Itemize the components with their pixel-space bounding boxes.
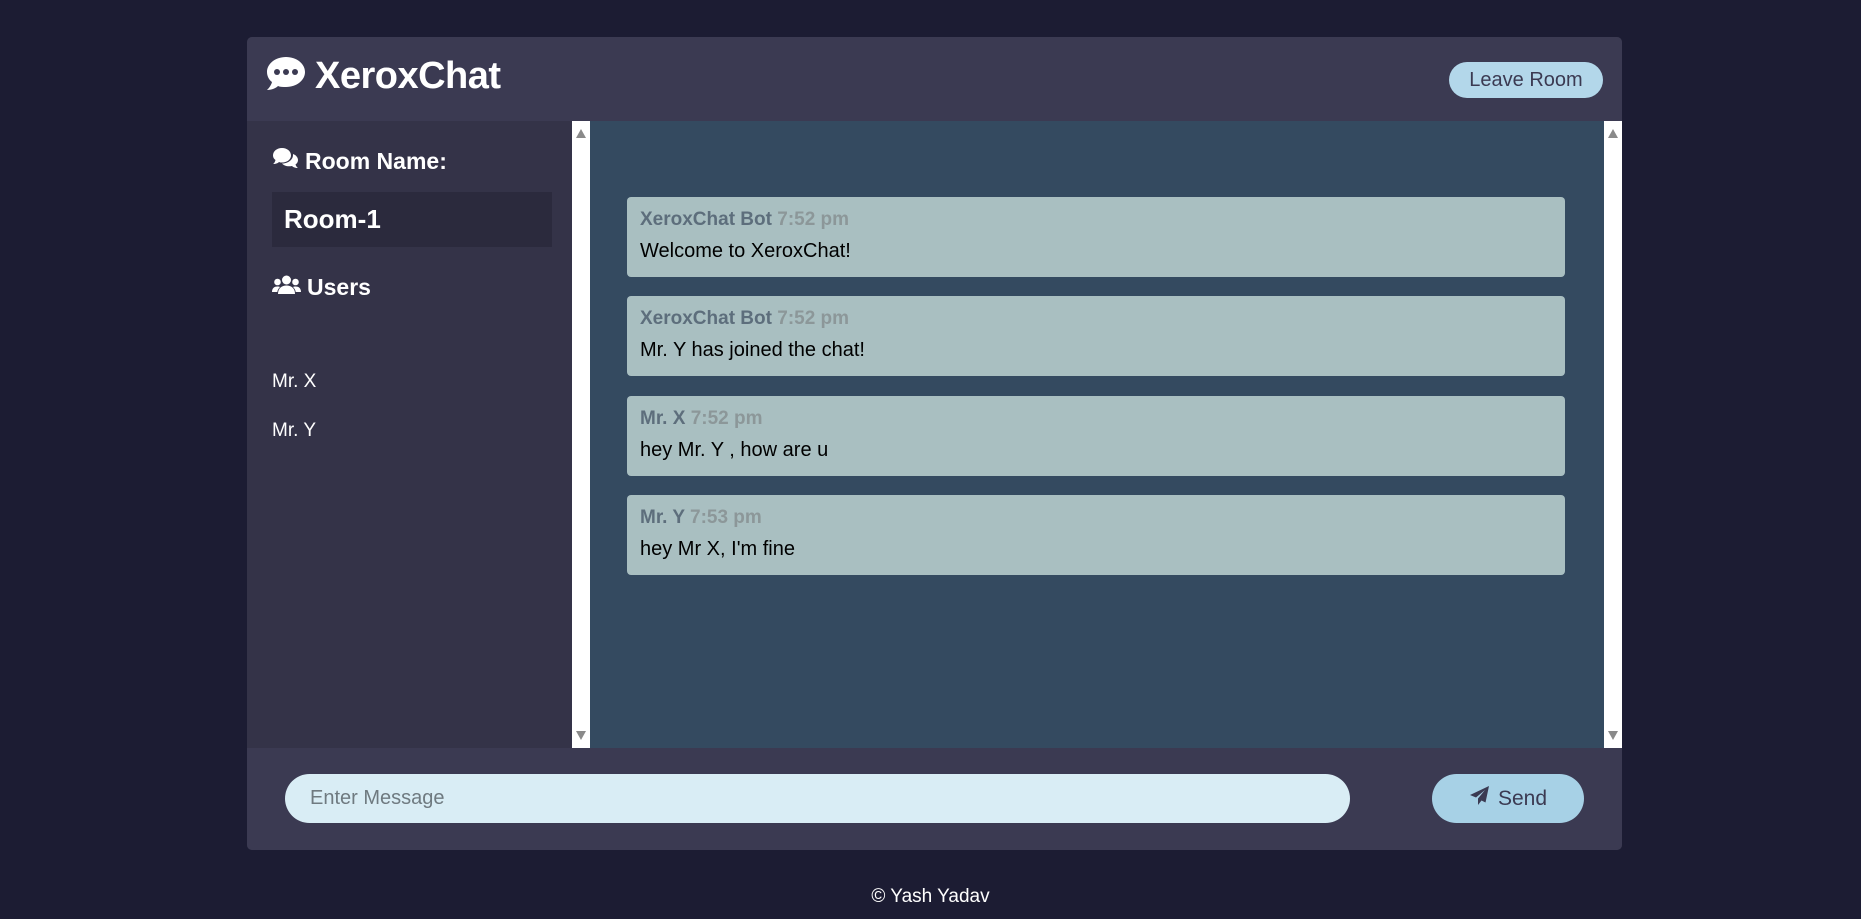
user-item: Mr. X xyxy=(272,371,317,392)
message-author: XeroxChat Bot xyxy=(640,209,772,230)
users-label: Users xyxy=(307,274,371,300)
room-name-label: Room Name: xyxy=(305,147,447,174)
message: XeroxChat Bot 7:52 pm Welcome to XeroxCh… xyxy=(627,197,1565,277)
message-meta: Mr. Y 7:53 pm xyxy=(640,507,1552,529)
sidebar: Room Name: Room-1 Users Mr. X Mr. Y xyxy=(247,121,572,748)
header: XeroxChat Leave Room xyxy=(247,37,1622,121)
message-composer: Send xyxy=(247,748,1622,850)
message-meta: XeroxChat Bot 7:52 pm xyxy=(640,209,1552,231)
chat-app: XeroxChat Leave Room Room Name: Room-1 U… xyxy=(247,37,1622,850)
message: Mr. Y 7:53 pm hey Mr X, I'm fine xyxy=(627,495,1565,575)
user-item: Mr. Y xyxy=(272,420,316,441)
message-text: Mr. Y has joined the chat! xyxy=(640,339,865,361)
users-heading: Users xyxy=(272,274,371,301)
message-meta: XeroxChat Bot 7:52 pm xyxy=(640,308,1552,330)
scroll-up-arrow-icon[interactable] xyxy=(576,129,586,138)
comments-icon xyxy=(272,147,299,175)
message-text: hey Mr. Y , how are u xyxy=(640,439,829,461)
message-meta: Mr. X 7:52 pm xyxy=(640,408,1552,430)
logo: XeroxChat xyxy=(265,55,501,98)
chat-messages: XeroxChat Bot 7:52 pm Welcome to XeroxCh… xyxy=(590,121,1604,748)
message-time: 7:52 pm xyxy=(777,308,850,329)
message-text: hey Mr X, I'm fine xyxy=(640,538,795,560)
scroll-down-arrow-icon[interactable] xyxy=(576,731,586,740)
scroll-up-arrow-icon[interactable] xyxy=(1608,129,1618,138)
message: Mr. X 7:52 pm hey Mr. Y , how are u xyxy=(627,396,1565,476)
app-title: XeroxChat xyxy=(315,55,501,97)
room-name-heading: Room Name: xyxy=(272,147,447,175)
message-input[interactable] xyxy=(285,774,1350,823)
room-name-value: Room-1 xyxy=(272,192,552,247)
users-icon xyxy=(272,274,301,301)
copyright: © Yash Yadav xyxy=(871,886,990,907)
scroll-down-arrow-icon[interactable] xyxy=(1608,731,1618,740)
send-label: Send xyxy=(1497,786,1548,810)
comment-dots-icon xyxy=(265,55,307,98)
message: XeroxChat Bot 7:52 pm Mr. Y has joined t… xyxy=(627,296,1565,376)
message-author: XeroxChat Bot xyxy=(640,308,772,329)
message-time: 7:52 pm xyxy=(777,209,850,230)
message-time: 7:53 pm xyxy=(690,507,762,528)
message-text: Welcome to XeroxChat! xyxy=(640,240,851,262)
chat-scrollbar[interactable] xyxy=(1604,121,1622,748)
message-author: Mr. Y xyxy=(640,507,685,528)
message-author: Mr. X xyxy=(640,408,686,429)
sidebar-scrollbar[interactable] xyxy=(572,121,590,748)
send-button[interactable]: Send xyxy=(1432,774,1584,823)
paper-plane-icon xyxy=(1469,785,1490,812)
message-time: 7:52 pm xyxy=(690,408,763,429)
leave-room-button[interactable]: Leave Room xyxy=(1449,62,1603,98)
